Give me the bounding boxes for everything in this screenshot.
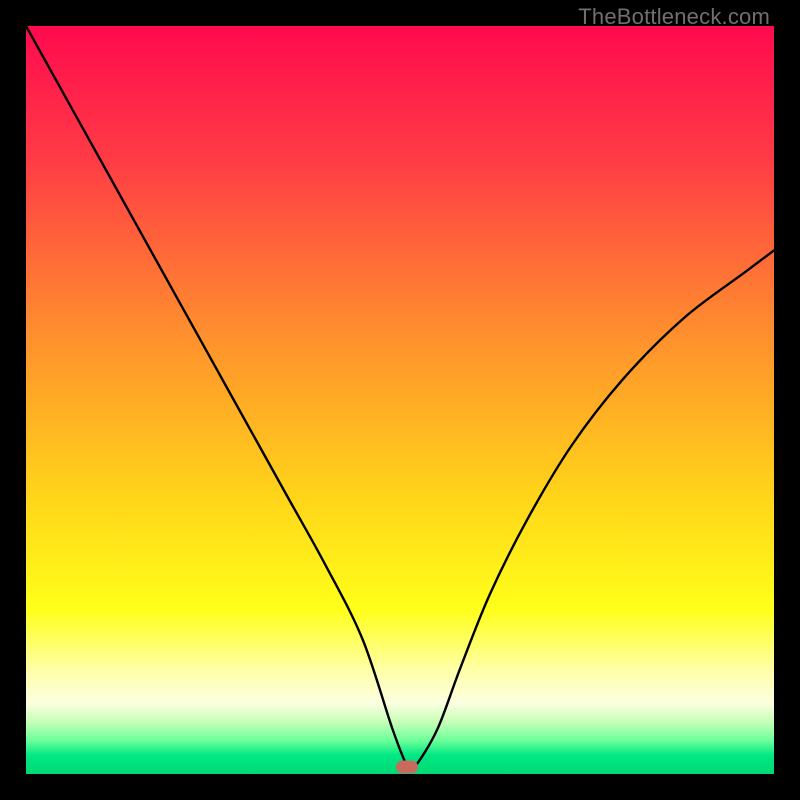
- plot-area: [26, 26, 774, 774]
- minimum-marker: [396, 760, 418, 773]
- watermark-text: TheBottleneck.com: [578, 4, 770, 30]
- chart-frame: TheBottleneck.com: [0, 0, 800, 800]
- bottleneck-curve: [26, 26, 774, 771]
- curve-layer: [26, 26, 774, 774]
